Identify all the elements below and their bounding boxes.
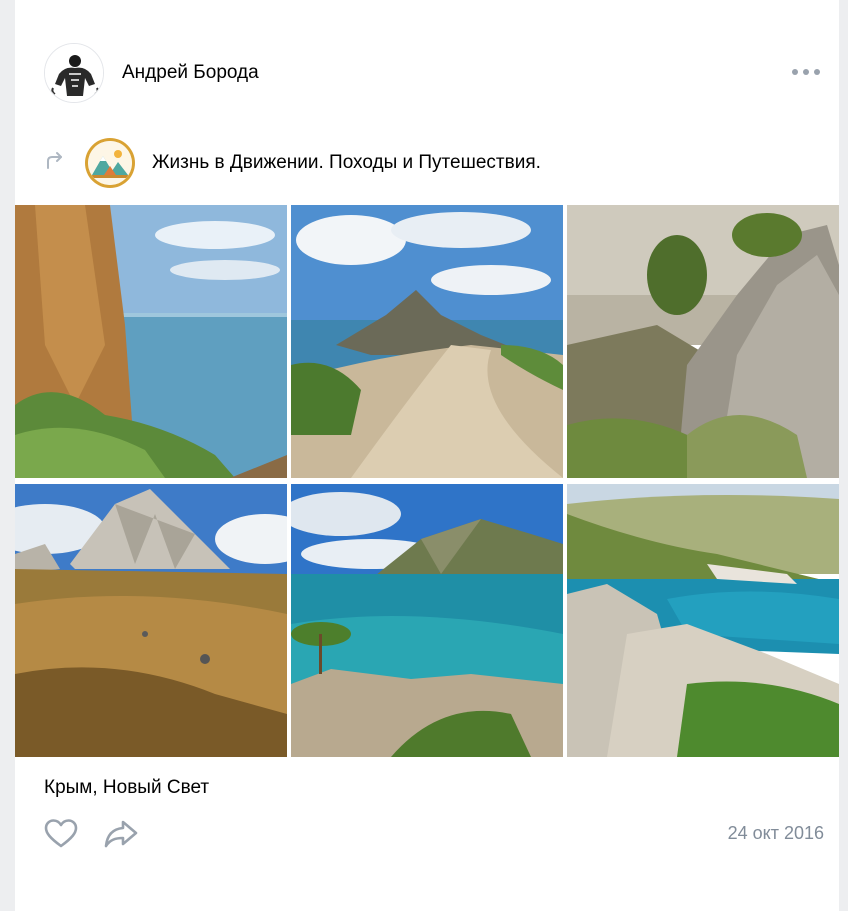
author-name-link[interactable]: Андрей Борода [122, 62, 259, 84]
photo-1[interactable] [15, 205, 287, 478]
post-caption: Крым, Новый Свет [44, 777, 210, 798]
photo-4[interactable] [15, 484, 287, 757]
photo-grid [15, 205, 839, 757]
photo-1-image [15, 205, 287, 478]
photo-2[interactable] [291, 205, 563, 478]
share-arrow-icon[interactable] [104, 818, 138, 850]
photo-5[interactable] [291, 484, 563, 757]
repost-arrow-icon [47, 152, 62, 169]
post-card: Андрей Борода Жизнь в Движении. Походы и [15, 0, 839, 911]
post-actions: 24 окт 2016 [44, 818, 824, 852]
mountains-tent-icon [88, 141, 132, 185]
photo-6-image [567, 484, 839, 757]
group-name-link[interactable]: Жизнь в Движении. Походы и Путешествия. [152, 152, 541, 174]
photo-5-image [291, 484, 563, 757]
author-avatar[interactable] [44, 43, 104, 103]
photo-6[interactable] [567, 484, 839, 757]
more-icon[interactable] [792, 65, 820, 79]
photo-2-image [291, 205, 563, 478]
photo-3[interactable] [567, 205, 839, 478]
group-avatar[interactable] [85, 138, 135, 188]
post-header: Андрей Борода [44, 43, 824, 103]
post-date[interactable]: 24 окт 2016 [728, 823, 824, 844]
photo-3-image [567, 205, 839, 478]
bodybuilder-avatar-icon [45, 44, 103, 102]
photo-4-image [15, 484, 287, 757]
heart-icon[interactable] [44, 818, 78, 850]
repost-source: Жизнь в Движении. Походы и Путешествия. [44, 138, 824, 188]
